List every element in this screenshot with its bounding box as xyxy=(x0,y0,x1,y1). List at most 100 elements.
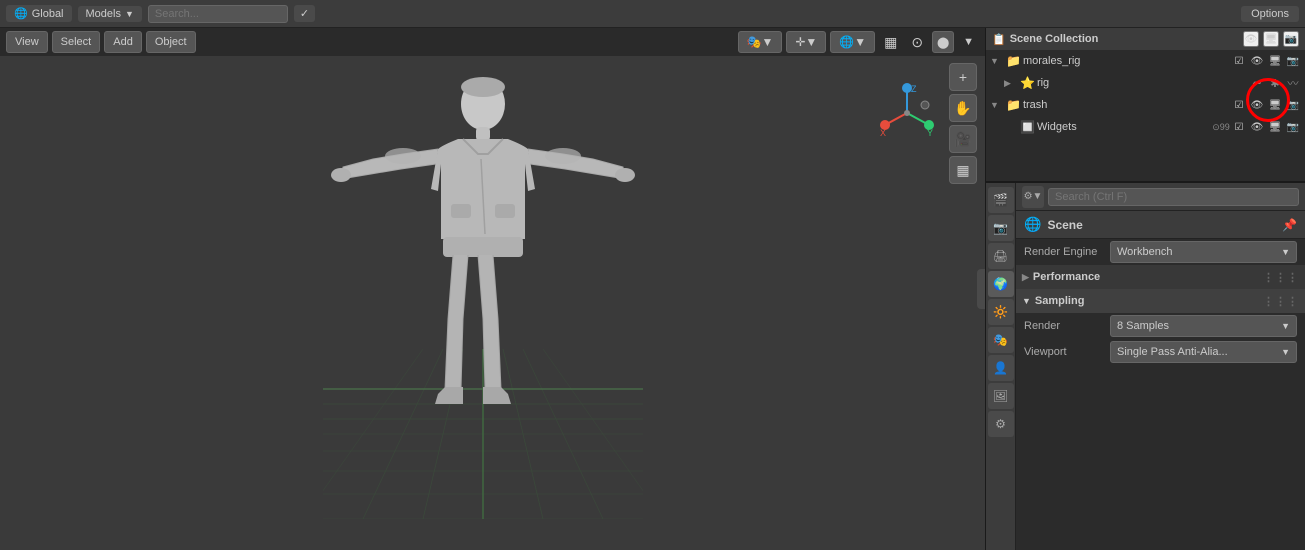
axes-widget: Z Y X xyxy=(877,83,937,146)
chevron-down-icon: ▼ xyxy=(1281,321,1290,331)
modifier-props-btn[interactable]: 👤 xyxy=(988,355,1014,381)
outliner-item-trash[interactable]: ▼ 📁 trash ☑ 👁 🖥 📷 xyxy=(986,94,1305,116)
models-dropdown-btn[interactable]: Models ▼ xyxy=(78,6,142,22)
rig-icon: ⭐ xyxy=(1020,76,1035,90)
camera-icon[interactable]: 📷 xyxy=(1285,97,1301,113)
eye-icon[interactable]: 👁 xyxy=(1249,119,1265,135)
item-icons: ☑ 👁 🖥 📷 xyxy=(1231,53,1301,69)
top-search-input[interactable] xyxy=(148,5,288,23)
expand-icon[interactable]: ▼ xyxy=(990,56,1004,66)
performance-section-header[interactable]: ▶ Performance ⋮⋮⋮ xyxy=(1016,265,1305,289)
chevron-down-icon: ▼ xyxy=(1281,247,1290,257)
svg-text:X: X xyxy=(880,128,886,138)
viewport-value-container: Single Pass Anti-Alia... ▼ xyxy=(1110,341,1297,363)
view-layer-btn[interactable]: 🖨 xyxy=(988,243,1014,269)
viewport-icon[interactable]: 🖥 xyxy=(1267,53,1283,69)
viewport-icon[interactable]: 🖥 xyxy=(1267,97,1283,113)
expand-icon[interactable]: ▼ xyxy=(990,100,1004,110)
link-icon[interactable]: ↩ xyxy=(1249,75,1265,91)
panel-resize-handle[interactable] xyxy=(977,269,985,309)
scene-props-btn[interactable]: 🌍 xyxy=(988,271,1014,297)
outliner-viewport-btn[interactable]: 🖥 xyxy=(1263,31,1279,47)
outliner-item-rig[interactable]: ▶ ⭐ rig ↩ ✱ 〰 xyxy=(986,72,1305,94)
render-samples-row: Render 8 Samples ▼ xyxy=(1016,313,1305,339)
outliner-render-btn[interactable]: 📷 xyxy=(1283,31,1299,47)
render-label: Render xyxy=(1024,320,1104,332)
output-props-btn[interactable]: 📷 xyxy=(988,215,1014,241)
grab-btn[interactable]: ✋ xyxy=(949,94,977,122)
physics-props-btn[interactable]: ⚙ xyxy=(988,411,1014,437)
grid-btn[interactable]: ▦ xyxy=(949,156,977,184)
viewport-icon[interactable]: 🖥 xyxy=(1267,119,1283,135)
check-icon[interactable]: ☑ xyxy=(1231,97,1247,113)
mesh-icon: 🔲 xyxy=(1020,120,1035,134)
render-engine-row: Render Engine Workbench ▼ xyxy=(1016,239,1305,265)
scene-header: 🌐 Scene 📌 xyxy=(1016,211,1305,239)
global-menu-btn[interactable]: 🌐 Global xyxy=(6,5,72,22)
item-icons: ⊙99 ☑ 👁 🖥 📷 xyxy=(1213,119,1301,135)
constraint-icon[interactable]: ✱ xyxy=(1267,75,1283,91)
options-btn[interactable]: Options xyxy=(1241,6,1299,22)
camera-icon[interactable]: 📷 xyxy=(1285,53,1301,69)
folder-icon: 📁 xyxy=(1006,54,1021,68)
pin-button[interactable]: 📌 xyxy=(1282,218,1297,232)
render-engine-text: Workbench xyxy=(1117,246,1172,258)
material-props-btn[interactable]: 🖼 xyxy=(988,383,1014,409)
object-props-btn[interactable]: 🎭 xyxy=(988,327,1014,353)
viewport-samples-dropdown[interactable]: Single Pass Anti-Alia... ▼ xyxy=(1110,341,1297,363)
filter-badge: ⊙99 xyxy=(1213,119,1229,135)
viewport: View Select Add Object 🎭▼ ✛▼ 🌐▼ ▦ ⊙ ⬤ ▼ xyxy=(0,28,985,550)
expand-icon: ▶ xyxy=(1022,272,1029,283)
render-value-container: 8 Samples ▼ xyxy=(1110,315,1297,337)
viewport-label: Viewport xyxy=(1024,346,1104,358)
outliner-icon: 📋 xyxy=(992,33,1006,46)
top-bar: 🌐 Global Models ▼ ✓ Options xyxy=(0,0,1305,28)
item-label: morales_rig xyxy=(1023,55,1080,67)
sampling-label: Sampling xyxy=(1035,295,1085,307)
zoom-btn[interactable]: + xyxy=(949,63,977,91)
world-props-btn[interactable]: 🔆 xyxy=(988,299,1014,325)
main-content: View Select Add Object 🎭▼ ✛▼ 🌐▼ ▦ ⊙ ⬤ ▼ xyxy=(0,28,1305,550)
item-label: rig xyxy=(1037,77,1049,89)
performance-label: Performance xyxy=(1033,271,1100,283)
scene-dot-icon: 🌐 xyxy=(1024,216,1041,233)
section-dots: ⋮⋮⋮ xyxy=(1263,271,1299,284)
properties-panel: 🎬 📷 🖨 🌍 🔆 🎭 👤 🖼 ⚙ ⚙▼ 🌐 xyxy=(986,183,1305,550)
outliner-eye-btn[interactable]: 👁 xyxy=(1243,31,1259,47)
camera-btn[interactable]: 🎥 xyxy=(949,125,977,153)
expand-icon[interactable]: ▶ xyxy=(1004,78,1018,89)
camera-icon[interactable]: 📷 xyxy=(1285,119,1301,135)
render-engine-label: Render Engine xyxy=(1024,246,1104,258)
outliner-header: 📋 Scene Collection 👁 🖥 📷 xyxy=(986,28,1305,50)
expand-icon: ▼ xyxy=(1022,296,1031,306)
render-samples-dropdown[interactable]: 8 Samples ▼ xyxy=(1110,315,1297,337)
check-icon[interactable]: ☑ xyxy=(1231,53,1247,69)
check-icon[interactable]: ☑ xyxy=(1231,119,1247,135)
viewport-samples-row: Viewport Single Pass Anti-Alia... ▼ xyxy=(1016,339,1305,365)
outliner-item-widgets[interactable]: 🔲 Widgets ⊙99 ☑ 👁 🖥 📷 xyxy=(986,116,1305,138)
item-icons: ☑ 👁 🖥 📷 xyxy=(1231,97,1301,113)
props-mode-btn[interactable]: ⚙▼ xyxy=(1022,186,1044,208)
render-props-btn[interactable]: 🎬 xyxy=(988,187,1014,213)
outliner-item-morales-rig[interactable]: ▼ 📁 morales_rig ☑ 👁 🖥 📷 xyxy=(986,50,1305,72)
item-icons: ↩ ✱ 〰 xyxy=(1249,75,1301,91)
eye-icon[interactable]: 👁 xyxy=(1249,97,1265,113)
modifier-icon[interactable]: 〰 xyxy=(1285,75,1301,91)
render-samples-text: 8 Samples xyxy=(1117,320,1169,332)
section-dots: ⋮⋮⋮ xyxy=(1263,295,1299,308)
item-label: Widgets xyxy=(1037,121,1077,133)
viewport-icon4[interactable]: ▼ xyxy=(958,31,979,53)
render-engine-dropdown[interactable]: Workbench ▼ xyxy=(1110,241,1297,263)
viewport-right-toolbar: + ✋ 🎥 ▦ xyxy=(949,63,977,184)
right-panel: 📋 Scene Collection 👁 🖥 📷 ▼ 📁 morales_rig… xyxy=(985,28,1305,550)
search-confirm-btn[interactable]: ✓ xyxy=(294,5,315,22)
global-icon: 🌐 xyxy=(14,7,28,20)
sampling-section-header[interactable]: ▼ Sampling ⋮⋮⋮ xyxy=(1016,289,1305,313)
props-search-input[interactable] xyxy=(1048,188,1299,206)
eye-icon[interactable]: 👁 xyxy=(1249,53,1265,69)
chevron-down-icon: ▼ xyxy=(1281,347,1290,357)
svg-text:Y: Y xyxy=(927,128,933,138)
item-label: trash xyxy=(1023,99,1047,111)
scene-label: Scene xyxy=(1047,218,1082,232)
svg-text:Z: Z xyxy=(911,84,917,94)
